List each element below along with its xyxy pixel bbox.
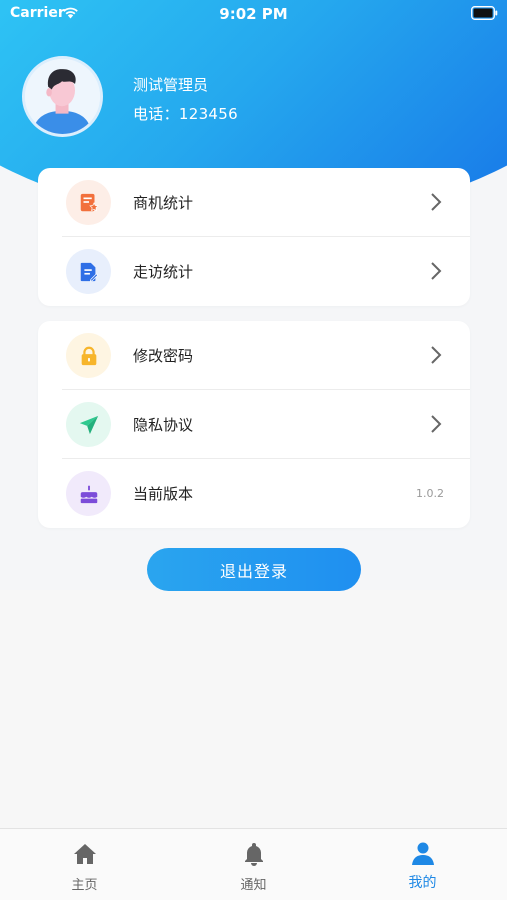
menu-item-label: 隐私协议 — [133, 416, 194, 434]
tab-label: 主页 — [71, 878, 98, 893]
menu-item-change-password[interactable]: 修改密码 — [38, 321, 470, 390]
stats-menu-card: 商机统计 走访统计 — [38, 168, 470, 306]
visit-stats-icon — [66, 249, 111, 294]
chevron-right-icon — [431, 262, 442, 280]
home-icon — [74, 844, 96, 864]
settings-menu-card: 修改密码 隐私协议 当前版本 1.0.2 — [38, 321, 470, 528]
menu-item-label: 修改密码 — [133, 347, 194, 365]
chevron-right-icon — [431, 346, 442, 364]
status-bar: Carrier 9:02 PM — [0, 0, 507, 28]
menu-item-label: 当前版本 — [133, 485, 194, 503]
avatar[interactable] — [22, 56, 103, 137]
battery-icon — [471, 6, 498, 20]
bell-icon — [245, 843, 263, 866]
tab-home[interactable]: 主页 — [0, 829, 169, 900]
profile-name: 测试管理员 — [133, 76, 209, 94]
paper-plane-icon — [66, 402, 111, 447]
menu-item-privacy-policy[interactable]: 隐私协议 — [38, 390, 470, 459]
menu-item-label: 走访统计 — [133, 263, 194, 281]
opportunity-stats-icon — [66, 180, 111, 225]
tab-label: 我的 — [408, 875, 437, 891]
menu-item-visit-stats[interactable]: 走访统计 — [38, 237, 470, 306]
menu-item-label: 商机统计 — [133, 194, 194, 212]
tab-notifications[interactable]: 通知 — [169, 829, 338, 900]
menu-item-opportunity-stats[interactable]: 商机统计 — [38, 168, 470, 237]
lock-icon — [66, 333, 111, 378]
profile-phone: 电话：123456 — [133, 105, 238, 123]
user-icon — [412, 842, 434, 865]
version-value: 1.0.2 — [416, 487, 444, 500]
tab-label: 通知 — [240, 878, 267, 893]
profile-screen: Carrier 9:02 PM 测试管理员 电话：123456 商机统计 走访统… — [0, 0, 507, 900]
cake-icon — [66, 471, 111, 516]
status-time: 9:02 PM — [219, 5, 288, 23]
tab-mine[interactable]: 我的 — [338, 829, 507, 900]
tab-bar: 主页 通知 我的 — [0, 828, 507, 900]
menu-item-current-version[interactable]: 当前版本 1.0.2 — [38, 459, 470, 528]
chevron-right-icon — [431, 415, 442, 433]
logout-button[interactable]: 退出登录 — [147, 548, 361, 591]
chevron-right-icon — [431, 193, 442, 211]
avatar-illustration — [25, 59, 100, 134]
